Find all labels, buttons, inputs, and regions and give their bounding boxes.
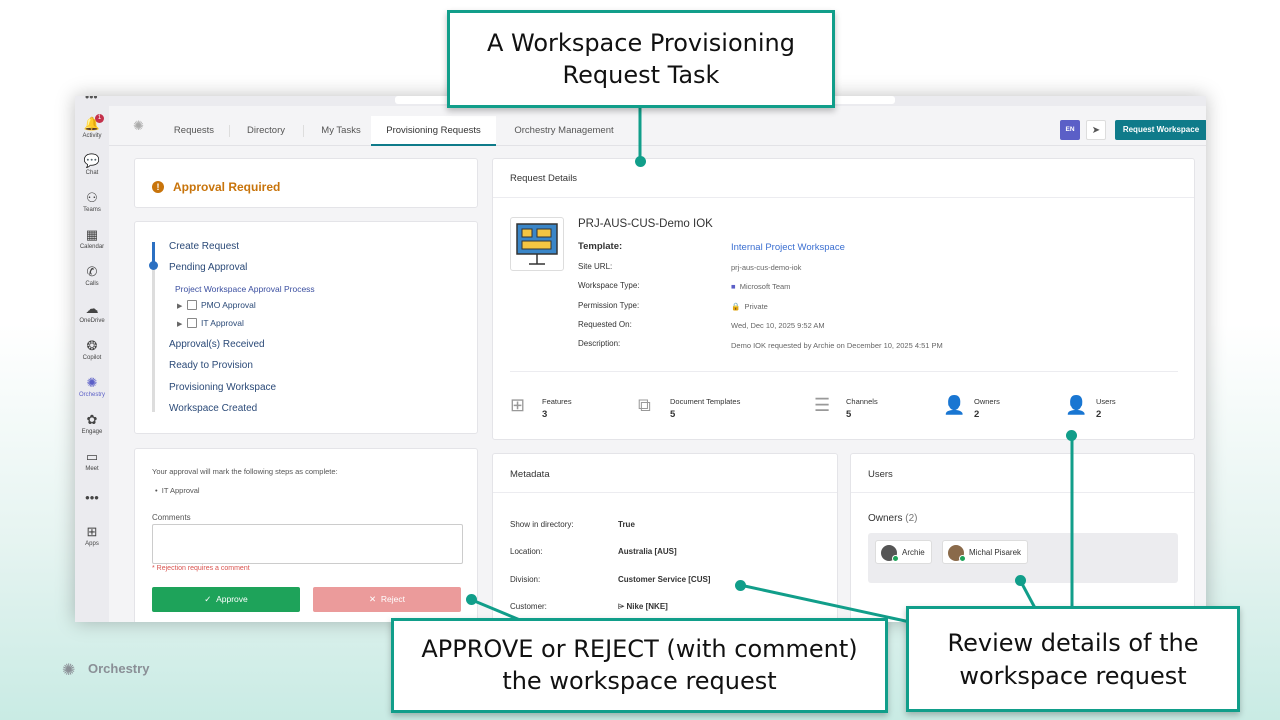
orchestry-logo-icon: ✺ — [62, 662, 76, 679]
callout-pin — [466, 594, 477, 605]
callout-review: Review details of the workspace request — [906, 606, 1240, 712]
callout-pin — [1066, 430, 1077, 441]
callout-pin — [1015, 575, 1026, 586]
callout-task: A Workspace Provisioning Request Task — [447, 10, 835, 108]
callout-pin — [635, 156, 646, 167]
callout-approve-reject: APPROVE or REJECT (with comment) the wor… — [391, 618, 888, 713]
brand-name: Orchestry — [88, 661, 150, 676]
callout-pin — [735, 580, 746, 591]
